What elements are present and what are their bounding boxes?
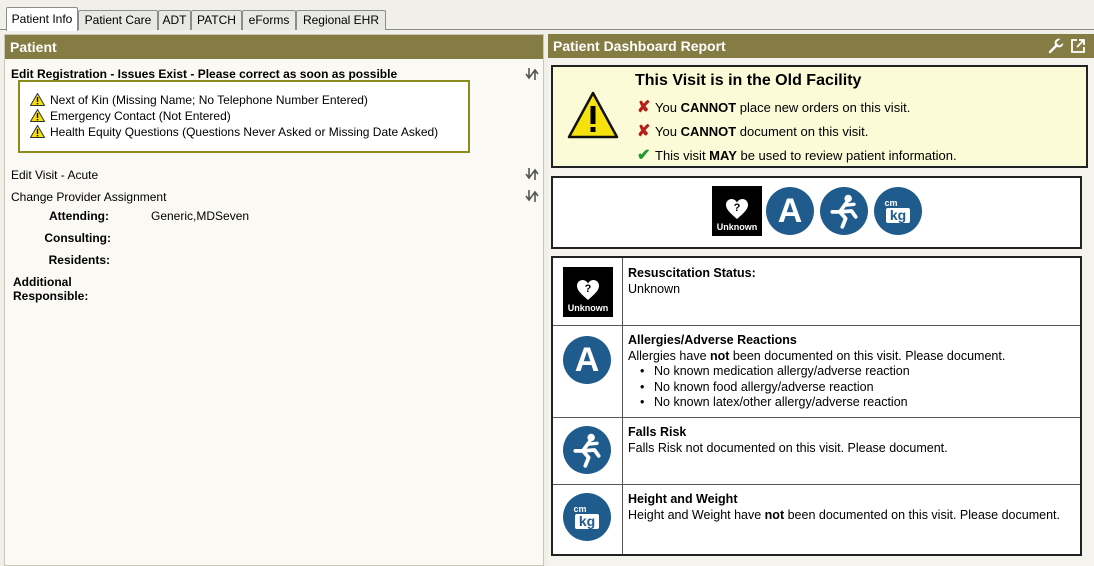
status-icon-strip: ? Unknown A cm kg [551,176,1082,249]
tab-eforms[interactable]: eForms [242,10,296,30]
no-document-line: ✘ You CANNOT document on this visit. [637,123,869,140]
falls-risk-description: Falls Risk not documented on this visit.… [628,440,948,455]
falls-risk-icon [563,426,611,474]
allergy-icon[interactable]: A [766,187,814,235]
tab-patch[interactable]: PATCH [191,10,242,30]
resuscitation-value: Unknown [628,281,681,296]
allergy-icon: A [563,336,611,384]
status-details-table: ? Unknown Resuscitation Status: Unknown … [551,256,1082,556]
resuscitation-unknown-icon: ? Unknown [563,267,613,317]
falls-risk-icon[interactable] [820,187,868,235]
warning-icon [30,125,45,138]
old-facility-alert: This Visit is in the Old Facility ✘ You C… [551,65,1088,168]
allergies-row: A Allergies/Adverse Reactions Allergies … [553,326,1080,418]
height-weight-title: Height and Weight [628,492,738,506]
warning-icon [30,109,45,122]
patient-panel: Patient Edit Registration - Issues Exist… [4,34,544,566]
dashboard-panel-title: Patient Dashboard Report [548,34,1094,58]
height-weight-description: Height and Weight have not been document… [628,507,1060,522]
tab-adt[interactable]: ADT [158,10,191,30]
resuscitation-title: Resuscitation Status: [628,266,756,280]
no-orders-line: ✘ You CANNOT place new orders on this vis… [637,99,911,116]
dashboard-title-text: Patient Dashboard Report [553,38,726,54]
tab-strip: Patient Info Patient Care ADT PATCH eFor… [0,0,1094,31]
issue-health-equity: Health Equity Questions (Questions Never… [50,125,439,139]
resuscitation-unknown-icon[interactable]: ? Unknown [712,186,762,236]
may-review-line: ✔ This visit MAY be used to review patien… [637,147,957,164]
patient-panel-title: Patient [5,35,543,59]
x-icon: ✘ [637,123,651,140]
svg-text:?: ? [734,202,741,214]
list-item: No known latex/other allergy/adverse rea… [640,395,1068,411]
x-icon: ✘ [637,99,651,116]
tab-patient-info[interactable]: Patient Info [6,7,78,31]
list-item: No known food allergy/adverse reaction [640,380,1068,396]
old-facility-title: This Visit is in the Old Facility [635,72,862,89]
edit-visit-link[interactable]: Edit Visit - Acute [11,168,98,182]
tab-patient-care[interactable]: Patient Care [78,10,158,30]
refresh-icon[interactable] [525,167,539,181]
checkmark-icon: ✔ [637,147,651,164]
falls-risk-row: Falls Risk Falls Risk not documented on … [553,418,1080,485]
list-item: No known medication allergy/adverse reac… [640,364,1068,380]
external-link-icon[interactable] [1070,38,1086,54]
issue-next-of-kin: Next of Kin (Missing Name; No Telephone … [50,93,368,107]
attending-label: Attending: [49,209,109,223]
falls-risk-title: Falls Risk [628,425,687,439]
residents-label: Residents: [48,253,110,267]
additional-responsible-label: Additional Responsible: [13,275,89,303]
change-provider-link[interactable]: Change Provider Assignment [11,190,166,204]
warning-icon [30,93,45,106]
height-weight-icon[interactable]: cm kg [874,187,922,235]
dashboard-panel: Patient Dashboard Report This Visit is i… [548,34,1094,566]
svg-text:?: ? [585,283,592,295]
refresh-icon[interactable] [525,67,539,81]
allergies-description: Allergies have not been documented on th… [628,348,1006,363]
resuscitation-row: ? Unknown Resuscitation Status: Unknown [553,258,1080,326]
warning-icon [567,91,619,139]
wrench-icon[interactable] [1048,38,1064,54]
refresh-icon[interactable] [525,189,539,203]
edit-registration-link[interactable]: Edit Registration - Issues Exist - Pleas… [11,67,397,81]
attending-value: Generic,MDSeven [151,209,250,223]
consulting-label: Consulting: [44,231,111,245]
issue-emergency-contact: Emergency Contact (Not Entered) [50,109,231,123]
tab-regional-ehr[interactable]: Regional EHR [296,10,386,30]
registration-issues-box: Next of Kin (Missing Name; No Telephone … [18,80,470,153]
height-weight-row: cm kg Height and Weight Height and Weigh… [553,485,1080,554]
allergies-title: Allergies/Adverse Reactions [628,333,797,347]
height-weight-icon: cm kg [563,493,611,541]
